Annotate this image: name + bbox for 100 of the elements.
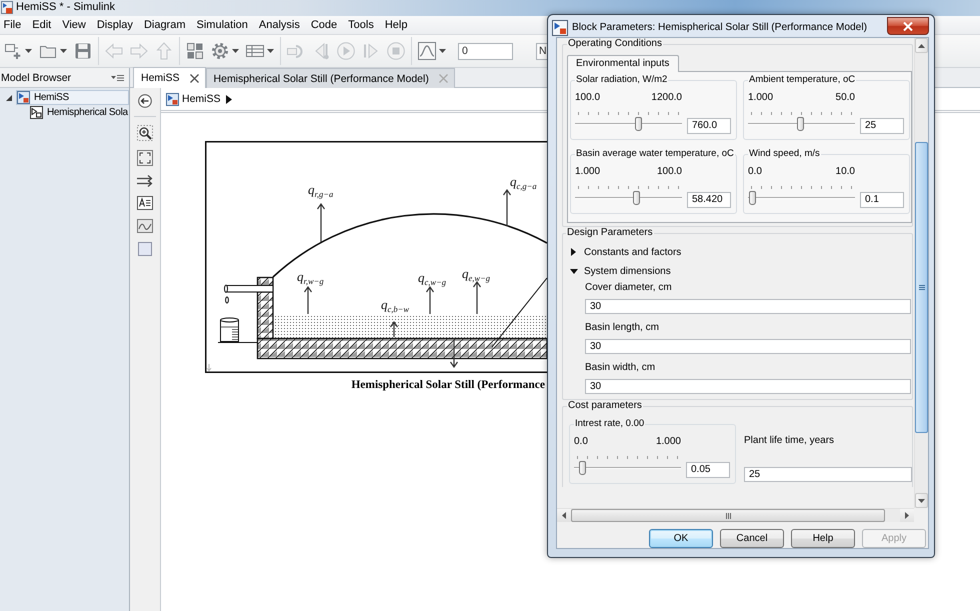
slider-label: Intrest rate, 0.00 xyxy=(574,418,646,430)
dialog-title: Block Parameters: Hemispherical Solar Still (Performance Model) xyxy=(572,21,867,35)
right-arrow-icon xyxy=(130,42,148,60)
menu-item[interactable]: Simulation xyxy=(191,16,254,34)
scroll-up-button[interactable] xyxy=(915,38,928,53)
scrollbar-thumb[interactable] xyxy=(571,509,885,522)
simulation-mode-dropdown[interactable]: N xyxy=(536,42,547,60)
menu-item[interactable]: File xyxy=(0,16,27,34)
text-field[interactable]: 25 xyxy=(744,467,912,482)
close-icon xyxy=(903,22,913,30)
loop-arrow-icon xyxy=(287,42,305,60)
scroll-right-button[interactable] xyxy=(900,509,914,522)
left-triangle-icon xyxy=(562,512,566,519)
close-icon[interactable] xyxy=(190,74,199,82)
collection-beaker xyxy=(220,318,239,342)
heat-flow-arrow xyxy=(450,337,458,368)
menu-item[interactable]: Diagram xyxy=(138,16,192,34)
range-min-label: 1.000 xyxy=(748,92,774,104)
menu-item[interactable]: Edit xyxy=(26,16,57,34)
inlet-pipe xyxy=(224,284,274,293)
slider-thumb[interactable] xyxy=(749,191,756,205)
subsystem-icon xyxy=(30,106,43,119)
stop-time-field[interactable]: 0 xyxy=(458,42,513,60)
panel-title: Model Browser xyxy=(1,72,72,84)
image-icon[interactable] xyxy=(137,219,153,233)
menu-item[interactable]: Display xyxy=(91,16,138,34)
app-icon xyxy=(1,0,13,14)
up-arrow-icon xyxy=(155,42,173,60)
scroll-down-button[interactable] xyxy=(915,493,928,508)
menu-item[interactable]: Code xyxy=(305,16,343,34)
double-arrow-icon[interactable] xyxy=(137,175,153,187)
value-field[interactable]: 0.1 xyxy=(860,192,904,208)
toolbar-button[interactable] xyxy=(417,39,447,63)
dialog-button[interactable]: Cancel xyxy=(720,529,784,548)
heat-flux-label: q$_{r,w−g}$ xyxy=(297,270,324,286)
window-title: HemiSS * - Simulink xyxy=(16,1,116,13)
editor-tab[interactable]: Hemispherical Solar Still (Performance Model) xyxy=(206,68,455,88)
field-label: Basin width, cm xyxy=(585,362,656,374)
zoom-icon[interactable] xyxy=(137,125,153,141)
heat-flow-arrow xyxy=(502,188,512,227)
scrollbar-thumb[interactable] xyxy=(915,142,928,433)
menu-item[interactable]: Tools xyxy=(342,16,380,34)
menu-item[interactable]: View xyxy=(56,16,92,34)
range-min-label: 1.000 xyxy=(575,166,600,178)
left-arrow-icon xyxy=(105,42,123,60)
group-title: Design Parameters xyxy=(566,227,654,239)
grip-icon xyxy=(726,512,730,518)
slider-thumb[interactable] xyxy=(635,117,642,131)
group-title: Cost parameters xyxy=(567,400,643,412)
group-title: Operating Conditions xyxy=(567,38,663,50)
panel-tab[interactable]: Environmental inputs xyxy=(567,55,680,72)
range-min-label: 100.0 xyxy=(575,92,600,104)
dialog-button[interactable]: OK xyxy=(649,529,713,548)
heat-flux-label: q$_{e,w−g}$ xyxy=(462,267,490,282)
slider-label: Wind speed, m/s xyxy=(748,148,821,160)
range-max-label: 50.0 xyxy=(836,92,855,104)
expand-triangle-icon[interactable] xyxy=(6,94,12,100)
tree-item[interactable]: HemiSS xyxy=(16,90,129,105)
gear-icon xyxy=(211,42,229,60)
text-field[interactable]: 30 xyxy=(585,339,911,354)
panel-menu-icon[interactable] xyxy=(111,74,124,82)
caret-icon[interactable] xyxy=(226,94,232,104)
editor-tab[interactable]: HemiSS xyxy=(133,67,206,88)
value-field[interactable]: 58.420 xyxy=(687,192,731,208)
model-icon xyxy=(166,92,179,106)
play-icon xyxy=(337,42,355,60)
section-toggle[interactable]: Constants and factors xyxy=(568,244,912,260)
stop-icon xyxy=(387,42,405,60)
fit-to-view-icon[interactable] xyxy=(137,150,153,166)
value-field[interactable]: 0.05 xyxy=(686,462,730,478)
section-toggle[interactable]: System dimensions xyxy=(568,263,912,279)
scroll-left-button[interactable] xyxy=(557,509,571,522)
value-field[interactable]: 760.0 xyxy=(687,118,731,134)
wave-chart-icon xyxy=(418,42,436,60)
slider-thumb[interactable] xyxy=(579,461,586,475)
area-rectangle-icon[interactable] xyxy=(138,242,152,256)
horizontal-scrollbar[interactable] xyxy=(557,508,914,522)
range-min-label: 0.0 xyxy=(748,166,762,178)
text-annotation-icon[interactable] xyxy=(137,196,153,210)
text-field[interactable]: 30 xyxy=(585,299,911,314)
vertical-scrollbar[interactable] xyxy=(914,38,928,508)
close-button[interactable] xyxy=(887,17,929,35)
dialog-button[interactable]: Help xyxy=(791,529,855,548)
slider-thumb[interactable] xyxy=(633,191,640,205)
slider-thumb[interactable] xyxy=(797,117,804,131)
breadcrumb-link[interactable]: HemiSS xyxy=(166,92,221,106)
text-field[interactable]: 30 xyxy=(585,379,911,394)
menu-item[interactable]: Help xyxy=(379,16,413,34)
heat-flow-arrow xyxy=(304,286,312,315)
save-icon xyxy=(74,42,92,60)
heat-flow-arrow xyxy=(426,286,434,315)
grip-icon xyxy=(918,285,924,290)
value-field[interactable]: 25 xyxy=(860,118,904,134)
tree-item[interactable]: Hemispherical Sola xyxy=(29,105,129,120)
block-frame[interactable] xyxy=(205,141,547,373)
heat-flux-label: q$_{r,g−a}$ xyxy=(308,183,334,198)
menu-item[interactable]: Analysis xyxy=(253,16,306,34)
model-icon xyxy=(17,91,30,104)
shelf-line xyxy=(218,342,258,343)
field-label: Plant life time, years xyxy=(744,435,836,447)
